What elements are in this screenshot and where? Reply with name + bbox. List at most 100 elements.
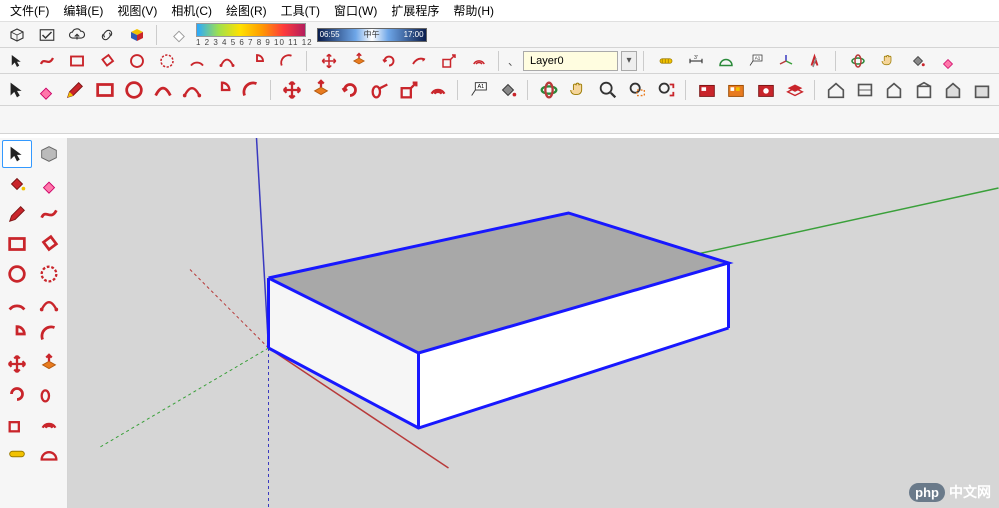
rectangle-big-icon[interactable] — [92, 76, 117, 104]
rotate-red-icon[interactable] — [376, 50, 402, 72]
dimension-icon[interactable]: 3' — [683, 50, 709, 72]
house-front-icon[interactable] — [882, 76, 907, 104]
3d-viewport[interactable]: php 中文网 — [68, 138, 999, 508]
pencil-red-icon[interactable] — [63, 76, 88, 104]
menu-file[interactable]: 文件(F) — [6, 0, 53, 21]
circle-big-icon[interactable] — [121, 76, 146, 104]
freehand-red-icon[interactable] — [34, 50, 60, 72]
push-pull-icon[interactable] — [346, 50, 372, 72]
menu-tools[interactable]: 工具(T) — [277, 0, 324, 21]
model-info-icon[interactable] — [4, 24, 30, 46]
eraser-pink-icon[interactable] — [33, 76, 58, 104]
text-label-icon[interactable]: A1 — [743, 50, 769, 72]
menu-draw[interactable]: 绘图(R) — [222, 0, 271, 21]
follow-me-icon[interactable] — [34, 380, 64, 408]
components-icon[interactable] — [695, 76, 720, 104]
link-icon[interactable] — [94, 24, 120, 46]
circle-red-icon[interactable] — [124, 50, 150, 72]
push-pull-icon[interactable] — [34, 350, 64, 378]
cube-color-icon[interactable] — [124, 24, 150, 46]
pie-arc-icon[interactable] — [244, 50, 270, 72]
layers-icon[interactable] — [782, 76, 807, 104]
materials-icon[interactable] — [724, 76, 749, 104]
arc3-big-icon[interactable] — [238, 76, 263, 104]
styles-icon[interactable] — [753, 76, 778, 104]
orbit-big-icon[interactable] — [537, 76, 562, 104]
follow-me-big-icon[interactable] — [367, 76, 392, 104]
eraser-white-icon[interactable] — [166, 24, 192, 46]
3d-text-icon[interactable] — [803, 50, 829, 72]
protractor-icon[interactable] — [713, 50, 739, 72]
arc-red-icon[interactable] — [2, 290, 32, 318]
tape-measure-icon[interactable] — [2, 440, 32, 468]
paint-bucket-big-icon[interactable] — [496, 76, 521, 104]
component-edit-icon[interactable] — [34, 140, 64, 168]
axes-icon[interactable] — [773, 50, 799, 72]
check-icon[interactable] — [34, 24, 60, 46]
protractor-icon[interactable] — [34, 440, 64, 468]
paint-bucket-icon[interactable] — [2, 170, 32, 198]
month-gradient[interactable] — [196, 23, 306, 37]
two-point-arc-icon[interactable] — [34, 290, 64, 318]
scale-big-icon[interactable] — [396, 76, 421, 104]
house-left-icon[interactable] — [970, 76, 995, 104]
select-arrow-icon[interactable] — [2, 140, 32, 168]
offset-red-icon[interactable] — [34, 410, 64, 438]
text-label-big-icon[interactable]: A1 — [466, 76, 491, 104]
push-pull-big-icon[interactable] — [308, 76, 333, 104]
rotate-red-icon[interactable] — [2, 380, 32, 408]
layer-select[interactable]: Layer0 — [523, 51, 618, 71]
eraser-pink-icon[interactable] — [34, 170, 64, 198]
polygon-dash-icon[interactable] — [154, 50, 180, 72]
menu-extensions[interactable]: 扩展程序 — [387, 0, 443, 21]
select-arrow-icon[interactable] — [4, 76, 29, 104]
house-top-icon[interactable] — [853, 76, 878, 104]
cloud-upload-icon[interactable] — [64, 24, 90, 46]
layer-dropdown-button[interactable]: ▾ — [621, 51, 637, 71]
paint-bucket-icon[interactable] — [905, 50, 931, 72]
move-big-icon[interactable] — [279, 76, 304, 104]
arc-tool-icon[interactable] — [274, 50, 300, 72]
pencil-red-icon[interactable] — [2, 200, 32, 228]
rotated-rect-icon[interactable] — [94, 50, 120, 72]
rotate-big-icon[interactable] — [338, 76, 363, 104]
eraser-pink-icon[interactable] — [935, 50, 961, 72]
menu-camera[interactable]: 相机(C) — [167, 0, 216, 21]
pan-hand-icon[interactable] — [875, 50, 901, 72]
menu-edit[interactable]: 编辑(E) — [59, 0, 107, 21]
offset-big-icon[interactable] — [426, 76, 451, 104]
menu-view[interactable]: 视图(V) — [113, 0, 161, 21]
polygon-dash-icon[interactable] — [34, 260, 64, 288]
rectangle-red-icon[interactable] — [64, 50, 90, 72]
select-arrow-icon[interactable] — [4, 50, 30, 72]
scale-red-icon[interactable] — [436, 50, 462, 72]
arc3-icon[interactable] — [34, 320, 64, 348]
circle-red-icon[interactable] — [2, 260, 32, 288]
zoom-icon[interactable] — [595, 76, 620, 104]
move-red-icon[interactable] — [316, 50, 342, 72]
house-back-icon[interactable] — [940, 76, 965, 104]
zoom-window-icon[interactable] — [624, 76, 649, 104]
rectangle-red-icon[interactable] — [2, 230, 32, 258]
menu-window[interactable]: 窗口(W) — [330, 0, 381, 21]
pie-arc-icon[interactable] — [2, 320, 32, 348]
pie-arc-big-icon[interactable] — [209, 76, 234, 104]
arc-big-icon[interactable] — [150, 76, 175, 104]
rotated-rect-icon[interactable] — [34, 230, 64, 258]
move-red-icon[interactable] — [2, 350, 32, 378]
time-of-day-bar[interactable]: 06:55 中午 17:00 — [317, 28, 427, 42]
offset-red-icon[interactable] — [466, 50, 492, 72]
orbit-green-icon[interactable] — [845, 50, 871, 72]
arc-red-icon[interactable] — [184, 50, 210, 72]
scale-red-icon[interactable] — [2, 410, 32, 438]
freehand-red-icon[interactable] — [34, 200, 64, 228]
two-point-arc-big-icon[interactable] — [180, 76, 205, 104]
house-right-icon[interactable] — [911, 76, 936, 104]
tape-measure-icon[interactable] — [653, 50, 679, 72]
pan-big-icon[interactable] — [566, 76, 591, 104]
follow-me-icon[interactable] — [406, 50, 432, 72]
two-point-arc-icon[interactable] — [214, 50, 240, 72]
house-iso-icon[interactable] — [823, 76, 848, 104]
zoom-extents-icon[interactable] — [654, 76, 679, 104]
menu-help[interactable]: 帮助(H) — [449, 0, 498, 21]
